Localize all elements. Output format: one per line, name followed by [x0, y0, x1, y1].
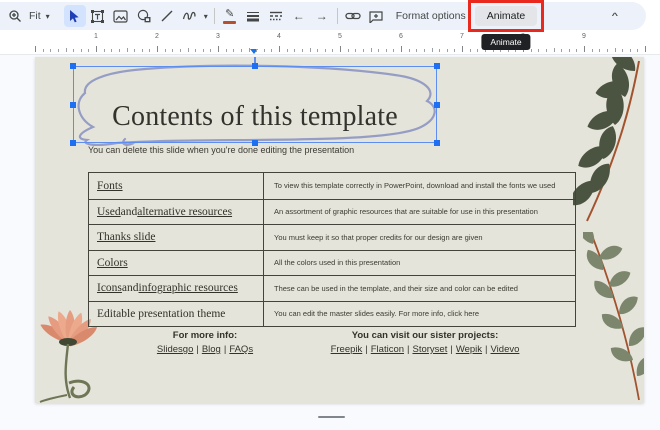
pencil-icon: ✎ — [225, 7, 235, 20]
border-color-button[interactable]: ✎ — [219, 5, 241, 27]
term-text: and — [121, 282, 139, 295]
slide-title[interactable]: Contents of this template — [112, 101, 398, 142]
ruler-number: 5 — [338, 33, 342, 40]
term-link[interactable]: Thanks slide — [97, 231, 155, 243]
border-dash-button[interactable] — [265, 5, 287, 27]
footer-link-storyset[interactable]: Storyset — [412, 344, 447, 355]
link-separator: | — [365, 344, 368, 355]
table-desc: All the colors used in this presentation — [264, 249, 575, 276]
zoom-icon[interactable] — [4, 5, 26, 27]
table-term: Icons and infographic resources — [89, 275, 264, 301]
footer-label: For more info: — [172, 330, 238, 341]
ruler-number: 7 — [460, 33, 464, 40]
insert-line-button[interactable] — [156, 5, 178, 27]
slide[interactable]: Contents of this template You can delete… — [35, 57, 644, 403]
toolbar-divider — [336, 8, 338, 24]
footer-link-wepik[interactable]: Wepik — [456, 344, 482, 355]
border-color-swatch — [223, 20, 237, 24]
arrow-left-icon: ← — [292, 9, 305, 23]
term-link[interactable]: Used — [97, 206, 121, 218]
link-separator: | — [450, 344, 453, 355]
term-link[interactable]: infographic resources — [139, 282, 238, 294]
ruler: 123456789 — [0, 30, 660, 55]
table-desc: You can edit the master slides easily. F… — [264, 300, 575, 327]
selection-handle[interactable] — [70, 63, 76, 69]
term-text: and — [120, 205, 138, 218]
table-desc: These can be used in the template, and t… — [264, 275, 575, 301]
leaf-branch-top-right-decoration — [573, 57, 640, 222]
scribble-dropdown-icon[interactable]: ▾ — [202, 12, 210, 21]
footer-link-blog[interactable]: Blog — [202, 344, 221, 355]
selection-handle[interactable] — [70, 140, 76, 146]
ruler-number: 4 — [277, 33, 281, 40]
zoom-fit-select[interactable]: Fit — [27, 10, 43, 22]
selection-handle[interactable] — [434, 101, 440, 108]
speaker-notes-resize-handle[interactable] — [318, 416, 345, 418]
toolbar: Fit ▾ ▾ ✎ ← → Format options Animate Ani… — [0, 0, 646, 50]
ruler-number: 1 — [94, 33, 98, 40]
animate-tooltip: Animate — [481, 34, 531, 50]
link-separator: | — [223, 344, 227, 355]
editing-canvas[interactable]: Contents of this template You can delete… — [0, 55, 660, 430]
toolbar-divider — [213, 8, 215, 24]
footer-link-slidesgo[interactable]: Slidesgo — [157, 344, 193, 355]
scribble-tool-button[interactable] — [179, 5, 201, 27]
text-box-tool-button[interactable] — [87, 5, 109, 27]
leaf-branch-bottom-right-decoration — [583, 232, 644, 401]
collapse-toolbar-icon[interactable]: ^ — [612, 12, 618, 20]
selection-handle[interactable] — [252, 63, 258, 69]
border-weight-button[interactable] — [242, 5, 264, 27]
term-link[interactable]: alternative resources — [137, 206, 232, 218]
line-start-button[interactable]: ← — [288, 5, 310, 27]
format-options-button[interactable]: Format options — [388, 10, 474, 22]
table-term: Thanks slide — [89, 224, 264, 250]
ruler-number: 9 — [582, 33, 586, 40]
google-slides-app: Fit ▾ ▾ ✎ ← → Format options Animate Ani… — [0, 0, 660, 430]
animate-button-wrapper: Animate Animate — [467, 0, 545, 50]
table-desc: To view this template correctly in Power… — [274, 181, 556, 191]
footer-link-faqs[interactable]: FAQs — [229, 344, 253, 355]
footer-label: You can visit our sister projects: — [351, 330, 499, 341]
footer-link-flaticon[interactable]: Flaticon — [371, 344, 404, 355]
term-link[interactable]: Fonts — [97, 180, 123, 192]
select-tool-button[interactable] — [63, 5, 86, 27]
link-separator: | — [407, 344, 410, 355]
insert-link-button[interactable] — [342, 5, 364, 27]
insert-image-button[interactable] — [110, 5, 132, 27]
footer-sister-projects: You can visit our sister projects: Freep… — [300, 330, 550, 355]
ruler-number: 2 — [155, 33, 159, 40]
selection-handle[interactable] — [70, 101, 76, 108]
selection-handle[interactable] — [252, 140, 258, 146]
term-text: Editable presentation theme — [97, 307, 226, 320]
zoom-dropdown-icon[interactable]: ▾ — [44, 12, 52, 21]
title-selection-box[interactable]: Contents of this template — [70, 57, 440, 146]
footer-link-freepik[interactable]: Freepik — [331, 344, 363, 355]
link-separator: | — [196, 344, 199, 355]
table-desc: You must keep it so that proper credits … — [264, 224, 575, 250]
add-comment-button[interactable] — [365, 5, 387, 27]
table-term: Fonts — [89, 173, 264, 199]
table-term: Used and alternative resources — [89, 198, 264, 224]
insert-shape-button[interactable] — [133, 5, 155, 27]
footer-link-videvo[interactable]: Videvo — [491, 344, 520, 355]
animate-button[interactable]: Animate — [474, 6, 538, 26]
arrow-right-icon: → — [315, 9, 328, 23]
link-separator: | — [485, 344, 488, 355]
term-link[interactable]: Icons — [97, 282, 122, 294]
line-end-button[interactable]: → — [311, 5, 333, 27]
ruler-number: 3 — [216, 33, 220, 40]
selection-handle[interactable] — [434, 140, 440, 146]
contents-table[interactable]: Fonts To view this template correctly in… — [88, 172, 576, 327]
ruler-number: 6 — [399, 33, 403, 40]
selection-handle[interactable] — [434, 63, 440, 69]
table-term: Editable presentation theme — [89, 300, 264, 326]
table-desc: An assortment of graphic resources that … — [264, 198, 575, 225]
term-link[interactable]: Colors — [97, 257, 128, 269]
footer-more-info: For more info: Slidesgo | Blog | FAQs — [105, 330, 305, 355]
table-term: Colors — [89, 249, 264, 275]
